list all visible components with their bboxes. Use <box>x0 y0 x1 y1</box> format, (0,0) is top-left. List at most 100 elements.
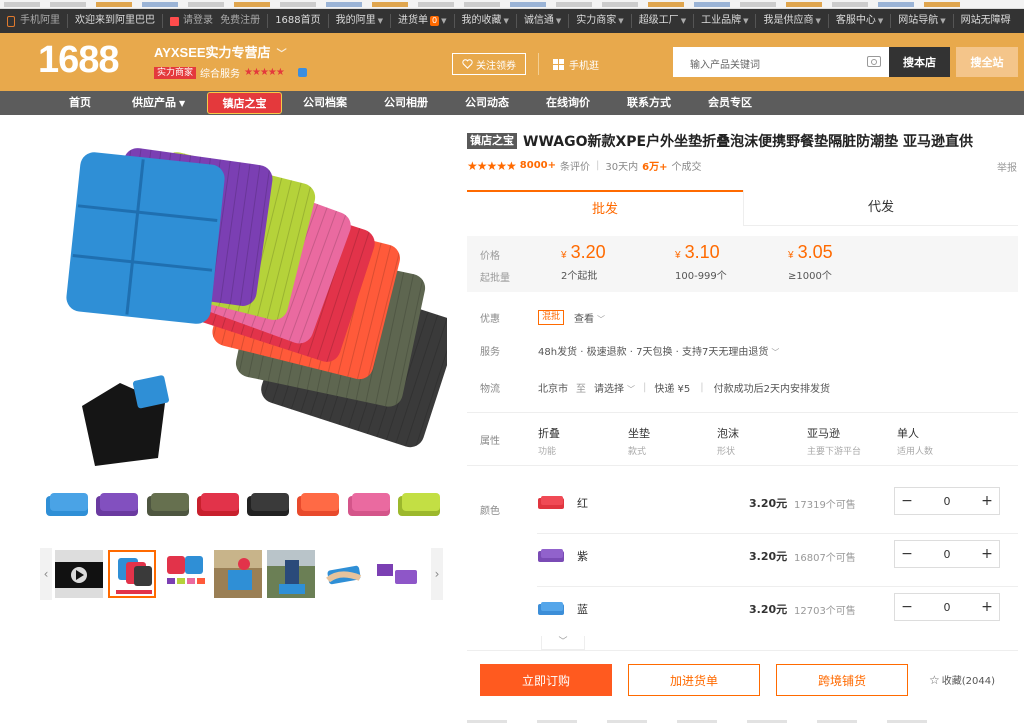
promo-row: 优惠 混批 查看 ﹀ <box>480 310 606 325</box>
sku-row: 蓝 3.20元 12703个可售 − 0 + <box>537 588 1018 640</box>
sku-stock: 16807个可售 <box>794 553 856 564</box>
follow-coupon-button[interactable]: 关注领券 <box>452 53 526 75</box>
nav-album[interactable]: 公司相册 <box>384 91 428 115</box>
swatch-blue[interactable] <box>44 488 90 522</box>
cross-border-button[interactable]: 跨境铺货 <box>776 664 908 696</box>
gallery-thumb-4[interactable] <box>267 550 315 598</box>
nav-news[interactable]: 公司动态 <box>465 91 509 115</box>
sku-thumbnail <box>538 549 564 562</box>
swatch-orange[interactable] <box>295 488 341 522</box>
search-shop-button[interactable]: 搜本店 <box>889 47 950 77</box>
topbar-supplier[interactable]: 我是供应商 ▼ <box>756 14 829 28</box>
topbar-register[interactable]: 免费注册 <box>220 14 260 28</box>
nav-member[interactable]: 会员专区 <box>708 91 752 115</box>
topbar-super-factory[interactable]: 超级工厂 ▼ <box>632 14 695 28</box>
nav-home[interactable]: 首页 <box>69 91 91 115</box>
quantity-input[interactable]: 0 <box>919 548 975 561</box>
tab-wholesale[interactable]: 批发 <box>467 190 743 226</box>
nav-contact[interactable]: 联系方式 <box>627 91 671 115</box>
gallery-thumb-2[interactable] <box>161 550 209 598</box>
rating-row: ★★★★★ 8000+ 条评价 | 30天内 6万+ 个成交 <box>467 158 702 174</box>
swatch-purple[interactable] <box>94 488 140 522</box>
color-label: 颜色 <box>480 506 500 517</box>
chevron-right-icon[interactable]: › <box>431 548 443 600</box>
gallery-thumb-3[interactable] <box>214 550 262 598</box>
ship-to-select[interactable]: 请选择 ﹀ <box>594 380 635 395</box>
topbar-accessibility[interactable]: 网站无障碍 <box>954 14 1018 28</box>
quantity-stepper: − 0 + <box>894 593 1000 621</box>
shop-rating-stars: ★★★★★ <box>244 67 285 78</box>
report-link[interactable]: 举报 <box>997 159 1017 174</box>
treasure-tag: 镇店之宝 <box>467 133 517 149</box>
topbar-home[interactable]: 1688首页 <box>268 14 329 28</box>
plus-button[interactable]: + <box>975 546 999 562</box>
nav-products[interactable]: 供应产品 ▼ <box>132 91 185 116</box>
search-all-button[interactable]: 搜全站 <box>956 47 1018 77</box>
topbar-cart[interactable]: 进货单 0 ▼ <box>391 14 455 28</box>
bookmarks-bar <box>0 0 1024 9</box>
tab-dropship[interactable]: 代发 <box>743 190 1018 226</box>
gallery-thumb-5[interactable] <box>320 550 368 598</box>
shop-header: 1688 AYXSEE实力专营店 ﹀ 实力商家 综合服务 ★★★★★ 关注领券 手… <box>0 33 1024 91</box>
attribute-item: 单人 适用人数 <box>897 427 934 457</box>
mixed-batch-badge: 混批 <box>538 310 565 325</box>
swatch-olive[interactable] <box>145 488 191 522</box>
main-product-image[interactable] <box>40 128 458 484</box>
topbar-trustpass[interactable]: 诚信通 ▼ <box>517 14 570 28</box>
gallery-thumb-6[interactable] <box>373 550 421 598</box>
cart-count-badge: 0 <box>430 16 440 26</box>
review-count[interactable]: 8000+ <box>520 160 556 171</box>
delivery-time: 付款成功后2天内安排发货 <box>713 384 831 395</box>
quantity-stepper: − 0 + <box>894 487 1000 515</box>
camera-icon[interactable] <box>867 56 881 67</box>
nav-profile[interactable]: 公司档案 <box>303 91 347 115</box>
color-swatch-row <box>44 488 442 526</box>
sku-price: 3.20元 <box>749 497 788 510</box>
sku-name: 紫 <box>577 550 588 563</box>
swatch-green[interactable] <box>396 488 442 522</box>
nav-inquiry[interactable]: 在线询价 <box>546 91 590 115</box>
gallery-thumb-1[interactable] <box>108 550 156 598</box>
topbar-industrial-brand[interactable]: 工业品牌 ▼ <box>694 14 757 28</box>
favorite-button[interactable]: ☆ 收藏(2044) <box>929 672 995 687</box>
price-tier-3: ¥3.05 ≥1000个 <box>788 242 833 282</box>
chevron-down-icon[interactable]: ﹀ <box>277 49 287 60</box>
nav-treasure[interactable]: 镇店之宝 <box>207 92 282 114</box>
shop-name[interactable]: AYXSEE实力专营店 <box>154 45 271 60</box>
gallery-video-thumb[interactable] <box>55 550 103 598</box>
topbar-site-nav[interactable]: 网站导航 ▼ <box>891 14 954 28</box>
topbar-service-center[interactable]: 客服中心 ▼ <box>829 14 892 28</box>
verified-icon <box>297 68 307 77</box>
quantity-input[interactable]: 0 <box>919 601 975 614</box>
topbar-my-alibaba[interactable]: 我的阿里 ▼ <box>329 14 392 28</box>
swatch-black[interactable] <box>245 488 291 522</box>
topbar-mobile-link[interactable]: 手机阿里 <box>0 14 68 28</box>
quantity-input[interactable]: 0 <box>919 495 975 508</box>
minus-button[interactable]: − <box>895 546 919 562</box>
chevron-down-icon[interactable]: ﹀ <box>541 636 585 650</box>
search-input[interactable]: 输入产品关键词 <box>673 47 889 77</box>
plus-button[interactable]: + <box>975 493 999 509</box>
service-list[interactable]: 48h发货 · 极速退款 · 7天包换 · 支持7天无理由退货 ﹀ <box>538 343 779 358</box>
minus-button[interactable]: − <box>895 599 919 615</box>
mobile-browse-button[interactable]: 手机逛 <box>553 53 599 75</box>
minus-button[interactable]: − <box>895 493 919 509</box>
topbar-power-merchant[interactable]: 实力商家 ▼ <box>569 14 632 28</box>
price-box: 价格 起批量 ¥3.20 2个起批 ¥3.10 100-999个 ¥3.05 ≥… <box>467 236 1018 292</box>
promo-view-link[interactable]: 查看 ﹀ <box>574 310 605 325</box>
topbar-favorites[interactable]: 我的收藏 ▼ <box>455 14 517 28</box>
sku-price: 3.20元 <box>749 603 788 616</box>
qr-grid-icon <box>553 58 564 70</box>
add-to-cart-button[interactable]: 加进货单 <box>628 664 760 696</box>
site-logo[interactable]: 1688 <box>38 39 120 82</box>
topbar-login[interactable]: 请登录 免费注册 <box>163 14 269 28</box>
plus-button[interactable]: + <box>975 599 999 615</box>
sku-stock: 17319个可售 <box>794 500 856 511</box>
heart-icon <box>462 59 473 69</box>
shop-info: AYXSEE实力专营店 ﹀ 实力商家 综合服务 ★★★★★ <box>154 42 307 80</box>
swatch-pink[interactable] <box>346 488 392 522</box>
swatch-red[interactable] <box>195 488 241 522</box>
buy-now-button[interactable]: 立即订购 <box>480 664 612 696</box>
chevron-left-icon[interactable]: ‹ <box>40 548 52 600</box>
attribute-item: 坐垫 款式 <box>628 427 650 457</box>
